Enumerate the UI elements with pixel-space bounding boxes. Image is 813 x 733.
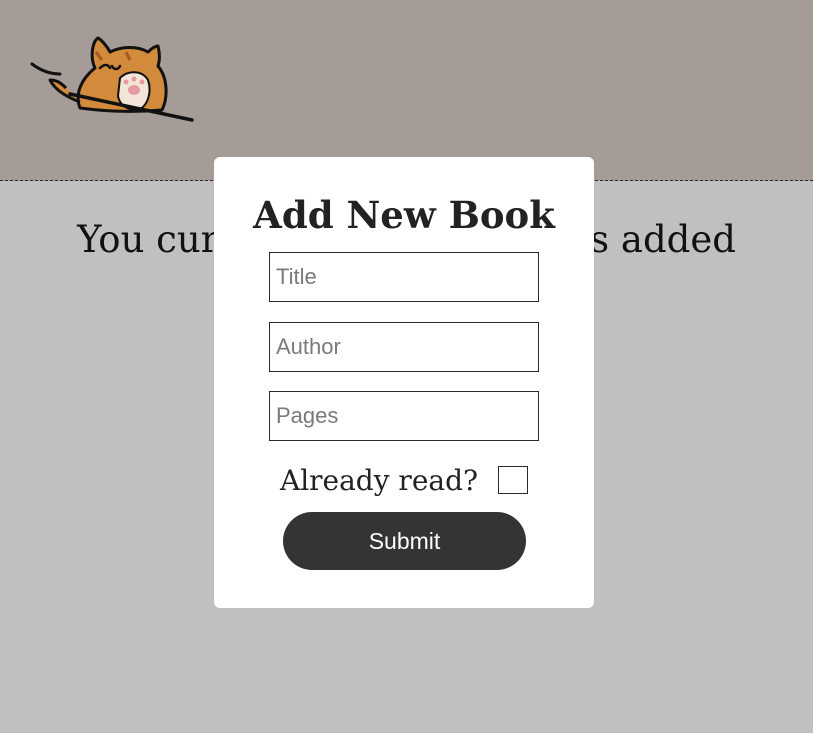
- title-input[interactable]: [269, 252, 539, 302]
- pages-input[interactable]: [269, 391, 539, 441]
- submit-button[interactable]: Submit: [283, 512, 526, 570]
- page-header: [0, 0, 813, 181]
- modal-title: Add New Book: [253, 193, 555, 237]
- author-input[interactable]: [269, 322, 539, 372]
- already-read-checkbox[interactable]: [498, 466, 529, 494]
- already-read-row: Already read?: [214, 460, 594, 500]
- already-read-label: Already read?: [279, 463, 479, 497]
- cat-logo-icon: [30, 36, 194, 122]
- add-book-modal: Add New Book Already read? Submit: [214, 157, 594, 608]
